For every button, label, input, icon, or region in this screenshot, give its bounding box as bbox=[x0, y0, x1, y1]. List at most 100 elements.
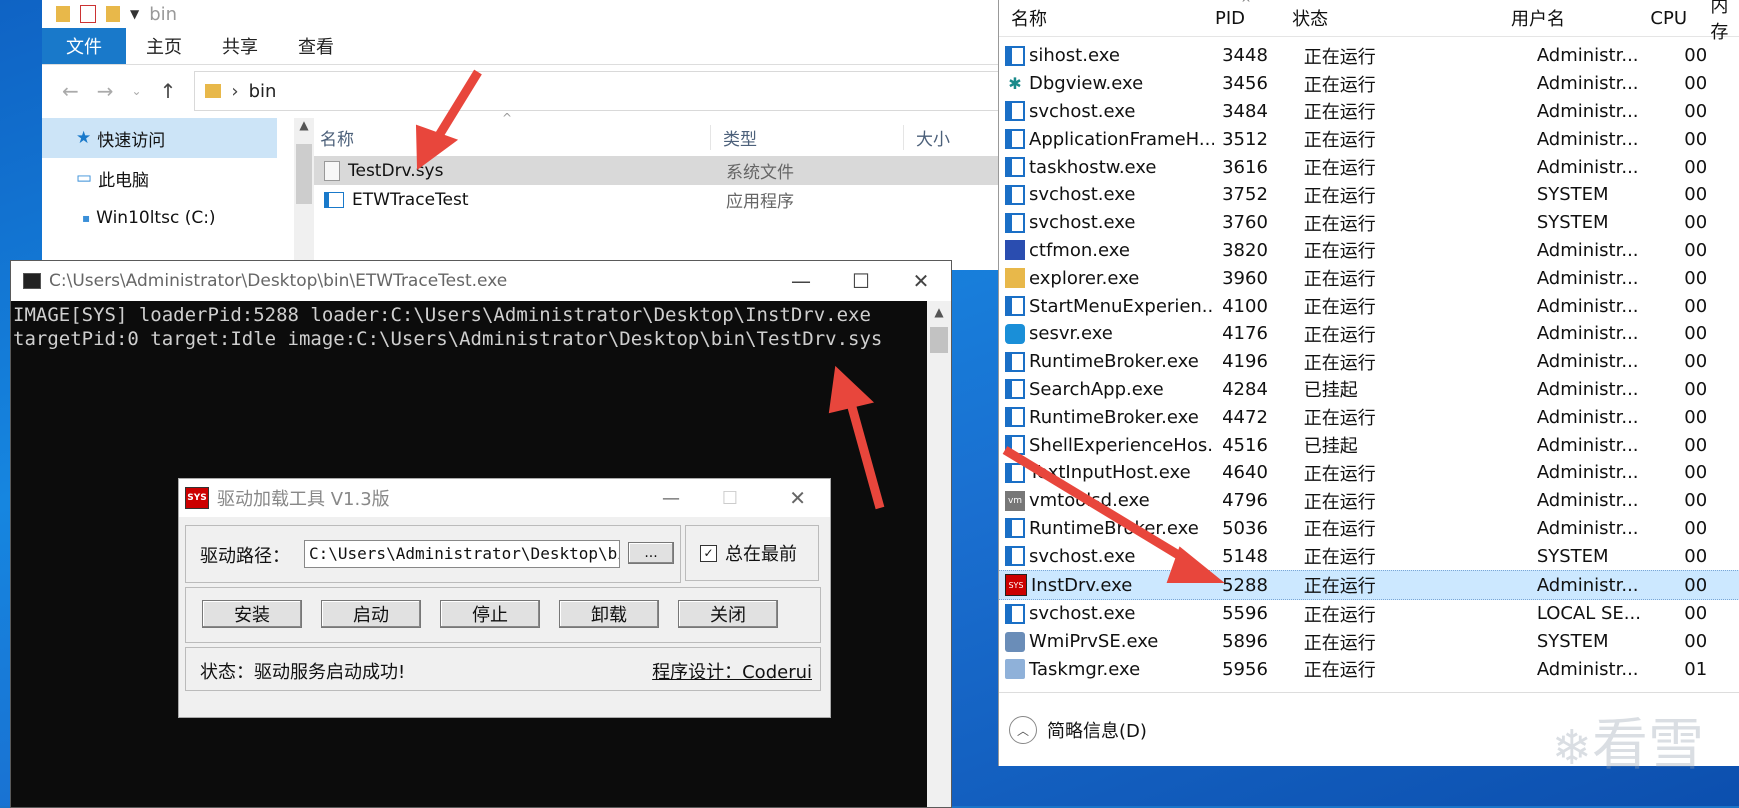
browse-button[interactable]: ... bbox=[628, 542, 674, 564]
properties-icon[interactable] bbox=[80, 5, 96, 23]
process-status: 正在运行 bbox=[1303, 547, 1376, 569]
topmost-checkbox[interactable]: ✓ bbox=[700, 544, 717, 562]
minimize-button[interactable]: — bbox=[662, 488, 680, 509]
process-cpu: 00 bbox=[1684, 323, 1708, 345]
close-button[interactable]: ✕ bbox=[789, 486, 806, 510]
nav-drive-c[interactable]: ▪ Win10ltsc (C:) bbox=[42, 198, 277, 238]
new-folder-icon[interactable] bbox=[106, 6, 120, 22]
recent-dropdown-icon[interactable]: ⌄ bbox=[132, 84, 142, 98]
process-name: svchost.exe bbox=[1029, 545, 1136, 567]
process-row[interactable]: svchost.exe 3484 正在运行 Administr... 00 bbox=[999, 98, 1739, 126]
tab-home[interactable]: 主页 bbox=[126, 28, 202, 64]
process-row[interactable]: taskhostw.exe 3616 正在运行 Administr... 00 bbox=[999, 153, 1739, 181]
console-scrollbar[interactable]: ▲ bbox=[927, 301, 951, 807]
column-name[interactable]: 名称 ^ bbox=[314, 111, 710, 150]
process-row[interactable]: svchost.exe 5596 正在运行 LOCAL SE... 00 bbox=[999, 600, 1739, 628]
file-row[interactable]: TestDrv.sys 系统文件 bbox=[314, 156, 1002, 185]
file-row[interactable]: ETWTraceTest 应用程序 bbox=[314, 185, 1002, 214]
process-row[interactable]: ShellExperienceHos... 4516 已挂起 Administr...… bbox=[999, 431, 1739, 459]
nav-this-pc[interactable]: ▭ 此电脑 bbox=[42, 158, 277, 198]
forward-icon[interactable]: → bbox=[97, 79, 114, 103]
uninstall-button[interactable]: 卸载 bbox=[559, 600, 659, 628]
process-row[interactable]: svchost.exe 3752 正在运行 SYSTEM 00 bbox=[999, 181, 1739, 209]
process-name-cell: SYS InstDrv.exe bbox=[999, 574, 1214, 597]
process-name-cell: svchost.exe bbox=[999, 546, 1214, 567]
tab-share[interactable]: 共享 bbox=[202, 28, 278, 64]
process-row[interactable]: ✱ Dbgview.exe 3456 正在运行 Administr... 00 bbox=[999, 70, 1739, 98]
nav-label: 快速访问 bbox=[97, 130, 166, 151]
process-name-cell: svchost.exe bbox=[999, 603, 1214, 624]
process-cpu: 00 bbox=[1684, 128, 1708, 150]
process-name: SearchApp.exe bbox=[1029, 378, 1164, 400]
file-type: 系统文件 bbox=[726, 163, 794, 183]
process-status: 正在运行 bbox=[1303, 324, 1376, 346]
minimize-button[interactable]: — bbox=[771, 261, 831, 301]
fewer-details-link[interactable]: 简略信息(D) bbox=[1047, 717, 1147, 743]
process-user: Administr... bbox=[1536, 156, 1639, 178]
process-name: Dbgview.exe bbox=[1029, 73, 1144, 95]
process-row[interactable]: svchost.exe 3760 正在运行 SYSTEM 00 bbox=[999, 209, 1739, 237]
process-status: 正在运行 bbox=[1303, 519, 1376, 541]
process-pid: 5896 bbox=[1222, 631, 1268, 653]
process-row[interactable]: Taskmgr.exe 5956 正在运行 Administr... 01 bbox=[999, 656, 1739, 684]
process-row[interactable]: sesvr.exe 4176 正在运行 Administr... 00 bbox=[999, 320, 1739, 348]
drive-icon: ▪ bbox=[82, 211, 91, 225]
breadcrumb-separator-icon: › bbox=[231, 80, 239, 102]
process-row[interactable]: svchost.exe 5148 正在运行 SYSTEM 00 bbox=[999, 542, 1739, 570]
process-row[interactable]: explorer.exe 3960 正在运行 Administr... 00 bbox=[999, 264, 1739, 292]
column-status[interactable]: 状态 bbox=[1284, 5, 1503, 31]
collapse-icon[interactable]: ︿ bbox=[1009, 716, 1037, 744]
process-user: Administr... bbox=[1536, 434, 1639, 456]
address-bar[interactable]: › bin bbox=[194, 71, 1002, 111]
scroll-thumb[interactable] bbox=[296, 144, 312, 204]
process-name: ApplicationFrameH... bbox=[1029, 128, 1215, 150]
install-button[interactable]: 安装 bbox=[202, 600, 302, 628]
process-row[interactable]: ApplicationFrameH... 3512 正在运行 Administr...… bbox=[999, 125, 1739, 153]
maximize-button[interactable]: ☐ bbox=[831, 261, 891, 301]
column-name[interactable]: 名称 bbox=[999, 5, 1207, 31]
breadcrumb-folder[interactable]: bin bbox=[249, 81, 277, 102]
process-row[interactable]: vm vmtoolsd.exe 4796 正在运行 Administr... 00 bbox=[999, 487, 1739, 515]
tab-file[interactable]: 文件 bbox=[42, 28, 126, 64]
scroll-up-icon[interactable]: ▲ bbox=[927, 305, 951, 319]
up-icon[interactable]: ↑ bbox=[160, 79, 177, 103]
column-memory[interactable]: 内存 bbox=[1706, 0, 1739, 44]
nav-quick-access[interactable]: ★ 快速访问 bbox=[42, 118, 277, 158]
process-row[interactable]: RuntimeBroker.exe 4472 正在运行 Administr... 00 bbox=[999, 403, 1739, 431]
sort-up-icon: ^ bbox=[1241, 0, 1252, 10]
process-row[interactable]: TextInputHost.exe 4640 正在运行 Administr... 00 bbox=[999, 459, 1739, 487]
close-button[interactable]: ✕ bbox=[891, 261, 951, 301]
start-button[interactable]: 启动 bbox=[321, 600, 421, 628]
process-row[interactable]: sihost.exe 3448 正在运行 Administr... 00 bbox=[999, 42, 1739, 70]
process-row[interactable]: ctfmon.exe 3820 正在运行 Administr... 00 bbox=[999, 237, 1739, 265]
quick-access-toolbar: ▼ bin bbox=[42, 0, 1002, 28]
process-row[interactable]: SearchApp.exe 4284 已挂起 Administr... 00 bbox=[999, 376, 1739, 404]
column-cpu[interactable]: CPU bbox=[1632, 8, 1706, 29]
back-icon[interactable]: ← bbox=[62, 79, 79, 103]
tab-view[interactable]: 查看 bbox=[278, 28, 354, 64]
scroll-thumb[interactable] bbox=[930, 327, 948, 353]
process-row[interactable]: RuntimeBroker.exe 5036 正在运行 Administr... 00 bbox=[999, 515, 1739, 543]
column-pid[interactable]: PID ^ bbox=[1207, 0, 1284, 29]
process-row[interactable]: SYS InstDrv.exe 5288 正在运行 Administr... 00 bbox=[999, 570, 1739, 600]
process-row[interactable]: StartMenuExperien... 4100 正在运行 Administr...… bbox=[999, 292, 1739, 320]
close-dialog-button[interactable]: 关闭 bbox=[678, 600, 778, 628]
process-row[interactable]: RuntimeBroker.exe 4196 正在运行 Administr... 00 bbox=[999, 348, 1739, 376]
scroll-up-icon[interactable]: ▲ bbox=[294, 118, 314, 132]
process-user: Administr... bbox=[1536, 462, 1639, 484]
column-size[interactable]: 大小 bbox=[903, 124, 950, 150]
process-name: taskhostw.exe bbox=[1029, 156, 1157, 178]
column-type[interactable]: 类型 bbox=[710, 124, 903, 150]
process-pid: 5288 bbox=[1222, 574, 1268, 596]
process-name: ctfmon.exe bbox=[1029, 239, 1130, 261]
process-name-cell: sihost.exe bbox=[999, 45, 1214, 66]
chevron-down-icon[interactable]: ▼ bbox=[130, 7, 139, 21]
column-user[interactable]: 用户名 bbox=[1503, 5, 1632, 31]
process-row[interactable]: WmiPrvSE.exe 5896 正在运行 SYSTEM 00 bbox=[999, 628, 1739, 656]
stop-button[interactable]: 停止 bbox=[440, 600, 540, 628]
driver-path-input[interactable]: C:\Users\Administrator\Desktop\bin bbox=[304, 540, 620, 568]
snowflake-icon: ❄ bbox=[1551, 720, 1592, 776]
process-name: Taskmgr.exe bbox=[1029, 658, 1141, 680]
task-manager-window: 名称 PID ^ 状态 用户名 CPU 内存 sihost.exe 3448 正在运行… bbox=[998, 0, 1739, 778]
nav-scrollbar[interactable]: ▲ bbox=[294, 118, 314, 270]
